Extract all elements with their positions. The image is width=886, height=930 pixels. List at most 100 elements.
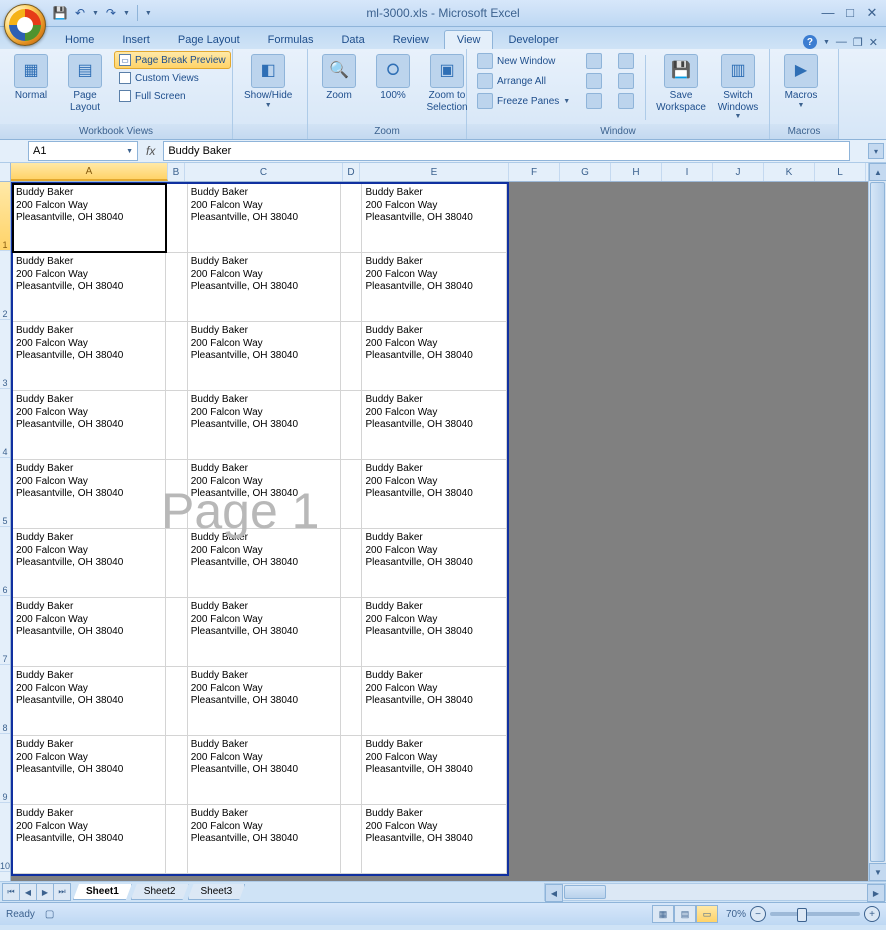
tab-view[interactable]: View (444, 30, 494, 49)
cell[interactable]: Buddy Baker200 Falcon WayPleasantville, … (188, 391, 341, 459)
cell[interactable] (341, 736, 363, 804)
row-header-2[interactable]: 2 (0, 251, 10, 320)
cell[interactable]: Buddy Baker200 Falcon WayPleasantville, … (13, 736, 166, 804)
cell[interactable]: Buddy Baker200 Falcon WayPleasantville, … (362, 460, 507, 528)
view-side-by-side-button[interactable] (614, 51, 638, 71)
tab-review[interactable]: Review (380, 30, 442, 49)
scroll-left-button[interactable]: ◀ (545, 884, 563, 902)
tab-home[interactable]: Home (52, 30, 107, 49)
maximize-button[interactable]: □ (842, 5, 858, 21)
switch-windows-button[interactable]: ▥Switch Windows▼ (713, 51, 763, 124)
tab-insert[interactable]: Insert (109, 30, 163, 49)
normal-view-status-button[interactable]: ▦ (652, 905, 674, 923)
cell[interactable]: Buddy Baker200 Falcon WayPleasantville, … (13, 598, 166, 666)
cell[interactable]: Buddy Baker200 Falcon WayPleasantville, … (362, 529, 507, 597)
zoom-slider-thumb[interactable] (797, 908, 807, 922)
cell[interactable]: Buddy Baker200 Falcon WayPleasantville, … (13, 667, 166, 735)
save-workspace-button[interactable]: 💾Save Workspace (653, 51, 709, 116)
zoom-100-button[interactable]: ⭘100% (368, 51, 418, 105)
sheet-tab-sheet3[interactable]: Sheet3 (188, 884, 246, 900)
cell[interactable] (166, 460, 188, 528)
column-header-I[interactable]: I (662, 163, 713, 181)
column-header-F[interactable]: F (509, 163, 560, 181)
cell[interactable] (166, 736, 188, 804)
zoom-to-selection-button[interactable]: ▣Zoom to Selection (422, 51, 472, 116)
reset-window-position-button[interactable] (614, 91, 638, 111)
worksheet-grid[interactable]: 12345678910 ABCDEFGHIJKLM Buddy Baker200… (0, 163, 886, 881)
macro-record-icon[interactable]: ▢ (45, 909, 54, 920)
cell[interactable]: Buddy Baker200 Falcon WayPleasantville, … (188, 253, 341, 321)
arrange-all-button[interactable]: Arrange All (473, 71, 574, 91)
next-sheet-button[interactable]: ▶ (36, 883, 54, 901)
redo-icon[interactable]: ↷ (103, 5, 119, 21)
cell[interactable]: Buddy Baker200 Falcon WayPleasantville, … (188, 598, 341, 666)
minimize-button[interactable]: ― (820, 5, 836, 21)
expand-formula-bar-button[interactable]: ▾ (868, 143, 884, 159)
column-header-B[interactable]: B (168, 163, 185, 181)
cell[interactable] (166, 598, 188, 666)
cell[interactable]: Buddy Baker200 Falcon WayPleasantville, … (362, 598, 507, 666)
zoom-out-button[interactable]: − (750, 906, 766, 922)
undo-icon[interactable]: ↶ (72, 5, 88, 21)
row-header-1[interactable]: 1 (0, 182, 10, 251)
horizontal-scrollbar[interactable]: ◀ ▶ (544, 883, 886, 901)
column-header-K[interactable]: K (764, 163, 815, 181)
page-layout-status-button[interactable]: ▤ (674, 905, 696, 923)
macros-button[interactable]: ▶Macros▼ (776, 51, 826, 113)
cell[interactable]: Buddy Baker200 Falcon WayPleasantville, … (13, 529, 166, 597)
vertical-scrollbar[interactable]: ▲ ▼ (868, 163, 886, 881)
cell[interactable] (341, 529, 363, 597)
normal-view-button[interactable]: ▦Normal (6, 51, 56, 105)
formula-input[interactable]: Buddy Baker (163, 141, 850, 161)
new-window-button[interactable]: New Window (473, 51, 574, 71)
hide-button[interactable] (582, 71, 606, 91)
cell[interactable] (341, 391, 363, 459)
column-header-D[interactable]: D (343, 163, 360, 181)
name-box[interactable]: A1▼ (28, 141, 138, 161)
cell[interactable] (166, 529, 188, 597)
page-break-status-button[interactable]: ▭ (696, 905, 718, 923)
zoom-level[interactable]: 70% (726, 909, 746, 920)
cell[interactable]: Buddy Baker200 Falcon WayPleasantville, … (362, 253, 507, 321)
column-header-H[interactable]: H (611, 163, 662, 181)
unhide-button[interactable] (582, 91, 606, 111)
sheet-tab-sheet2[interactable]: Sheet2 (131, 884, 189, 900)
zoom-in-button[interactable]: + (864, 906, 880, 922)
sheet-tab-sheet1[interactable]: Sheet1 (73, 884, 132, 900)
cell[interactable]: Buddy Baker200 Falcon WayPleasantville, … (13, 391, 166, 459)
cell[interactable]: Buddy Baker200 Falcon WayPleasantville, … (188, 460, 341, 528)
cell[interactable]: Buddy Baker200 Falcon WayPleasantville, … (188, 736, 341, 804)
row-header-3[interactable]: 3 (0, 320, 10, 389)
fx-icon[interactable]: fx (146, 144, 155, 158)
split-button[interactable] (582, 51, 606, 71)
prev-sheet-button[interactable]: ◀ (19, 883, 37, 901)
help-icon[interactable]: ? (803, 35, 817, 49)
column-header-G[interactable]: G (560, 163, 611, 181)
row-header-6[interactable]: 6 (0, 527, 10, 596)
cell[interactable]: Buddy Baker200 Falcon WayPleasantville, … (188, 184, 341, 252)
row-header-7[interactable]: 7 (0, 596, 10, 665)
row-header-8[interactable]: 8 (0, 665, 10, 734)
cell[interactable]: Buddy Baker200 Falcon WayPleasantville, … (188, 322, 341, 390)
row-header-10[interactable]: 10 (0, 803, 10, 872)
page-break-preview-button[interactable]: ▭Page Break Preview (114, 51, 231, 69)
horizontal-scroll-thumb[interactable] (564, 885, 606, 899)
tab-data[interactable]: Data (328, 30, 377, 49)
office-button[interactable] (4, 4, 46, 46)
show-hide-button[interactable]: ◧Show/Hide▼ (239, 51, 297, 113)
save-icon[interactable]: 💾 (52, 5, 68, 21)
cell[interactable]: Buddy Baker200 Falcon WayPleasantville, … (188, 529, 341, 597)
synchronous-scrolling-button[interactable] (614, 71, 638, 91)
tab-developer[interactable]: Developer (495, 30, 571, 49)
cell[interactable] (341, 667, 363, 735)
row-header-9[interactable]: 9 (0, 734, 10, 803)
cell[interactable]: Buddy Baker200 Falcon WayPleasantville, … (13, 184, 166, 252)
column-header-A[interactable]: A (11, 163, 168, 181)
cell[interactable] (341, 322, 363, 390)
cell[interactable] (166, 253, 188, 321)
cell[interactable] (166, 391, 188, 459)
page-layout-view-button[interactable]: ▤Page Layout (60, 51, 110, 116)
vertical-scroll-thumb[interactable] (870, 182, 885, 862)
cell[interactable]: Buddy Baker200 Falcon WayPleasantville, … (188, 805, 341, 873)
full-screen-button[interactable]: Full Screen (114, 87, 231, 105)
